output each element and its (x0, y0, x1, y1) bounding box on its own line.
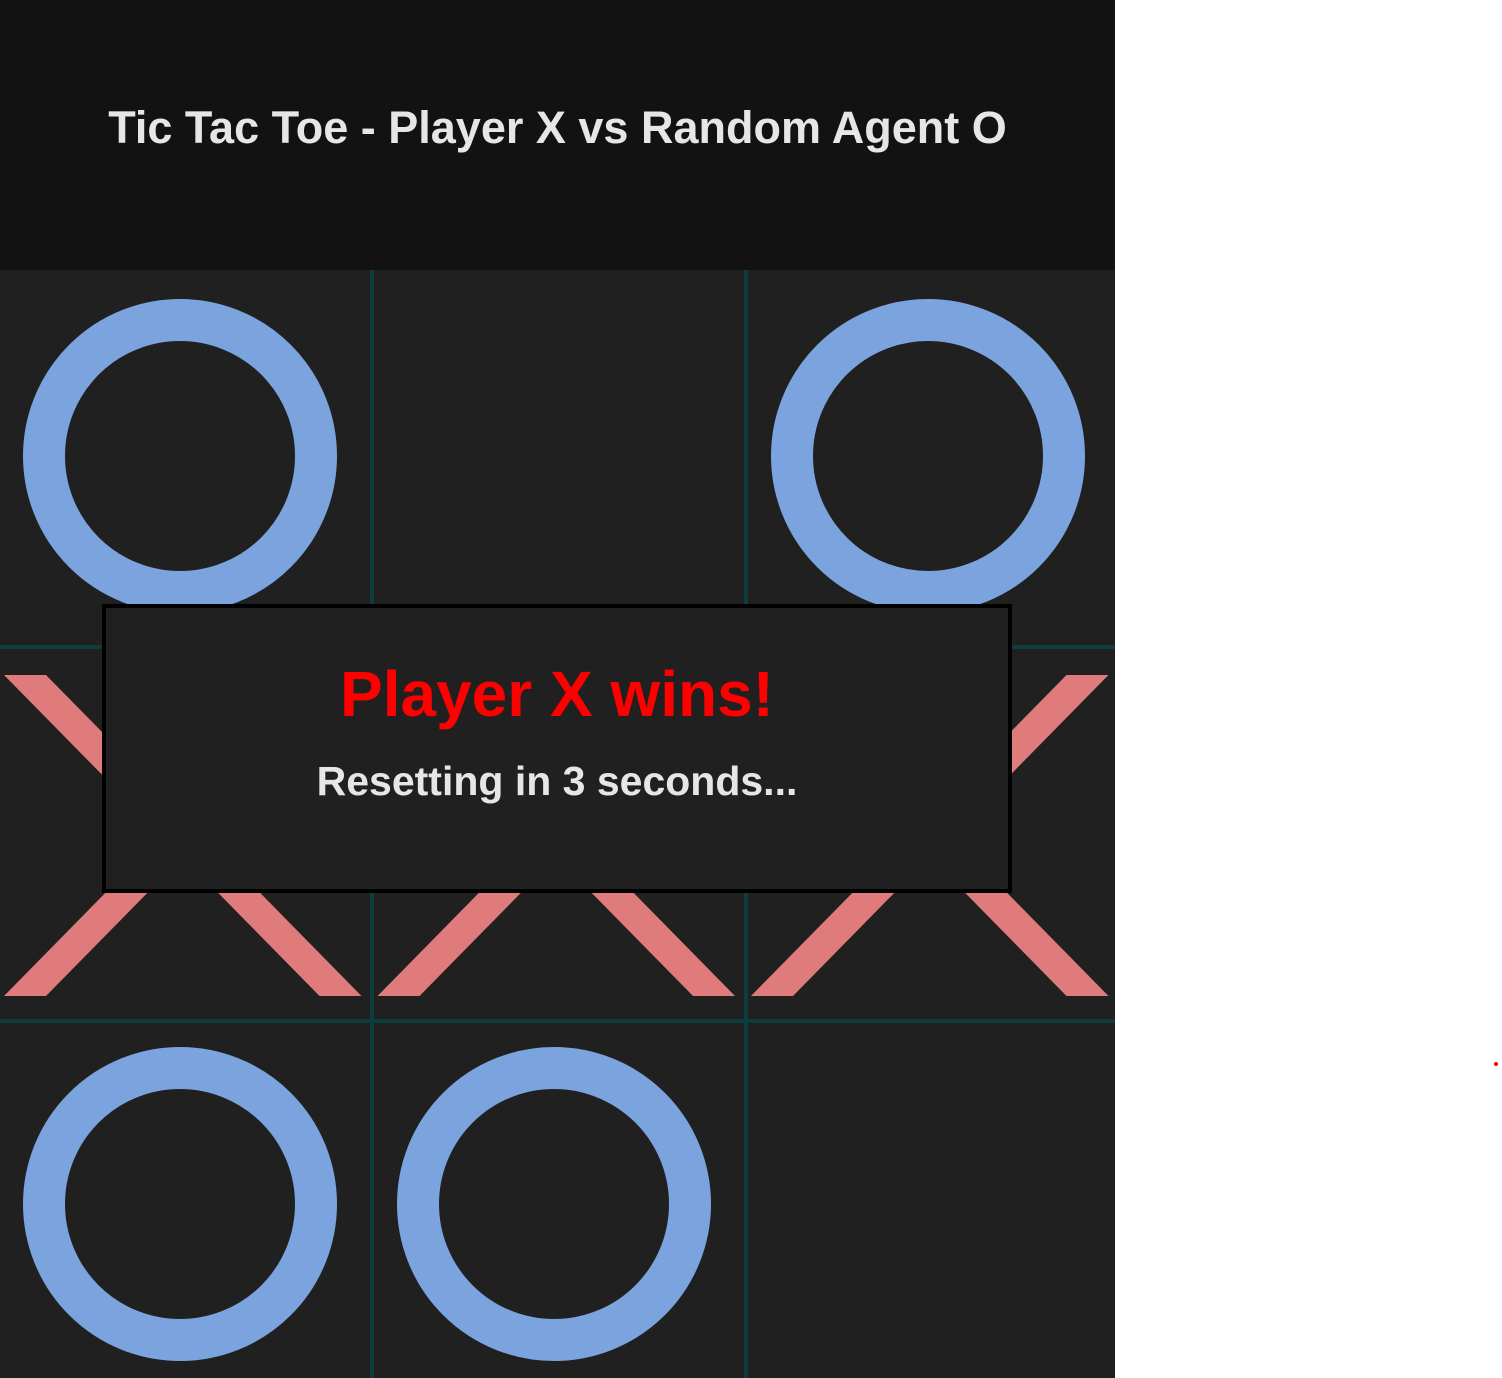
game-window: Tic Tac Toe - Player X vs Random Agent O… (0, 0, 1115, 1378)
cell-r1-c2[interactable] (374, 270, 748, 645)
cell-r1-c1[interactable] (0, 270, 374, 645)
game-title: Tic Tac Toe - Player X vs Random Agent O (108, 102, 1007, 153)
cell-r1-c3[interactable] (747, 270, 1115, 645)
win-message: Player X wins! (340, 658, 774, 730)
reset-countdown: Resetting in 3 seconds... (316, 758, 798, 804)
cursor-dot (1494, 1062, 1498, 1066)
cell-r3-c3[interactable] (747, 1020, 1115, 1378)
header: Tic Tac Toe - Player X vs Random Agent O (0, 0, 1115, 270)
cell-r3-c1[interactable] (0, 1020, 374, 1378)
result-dialog: Player X wins! Resetting in 3 seconds... (102, 604, 1012, 893)
cell-r3-c2[interactable] (374, 1020, 748, 1378)
